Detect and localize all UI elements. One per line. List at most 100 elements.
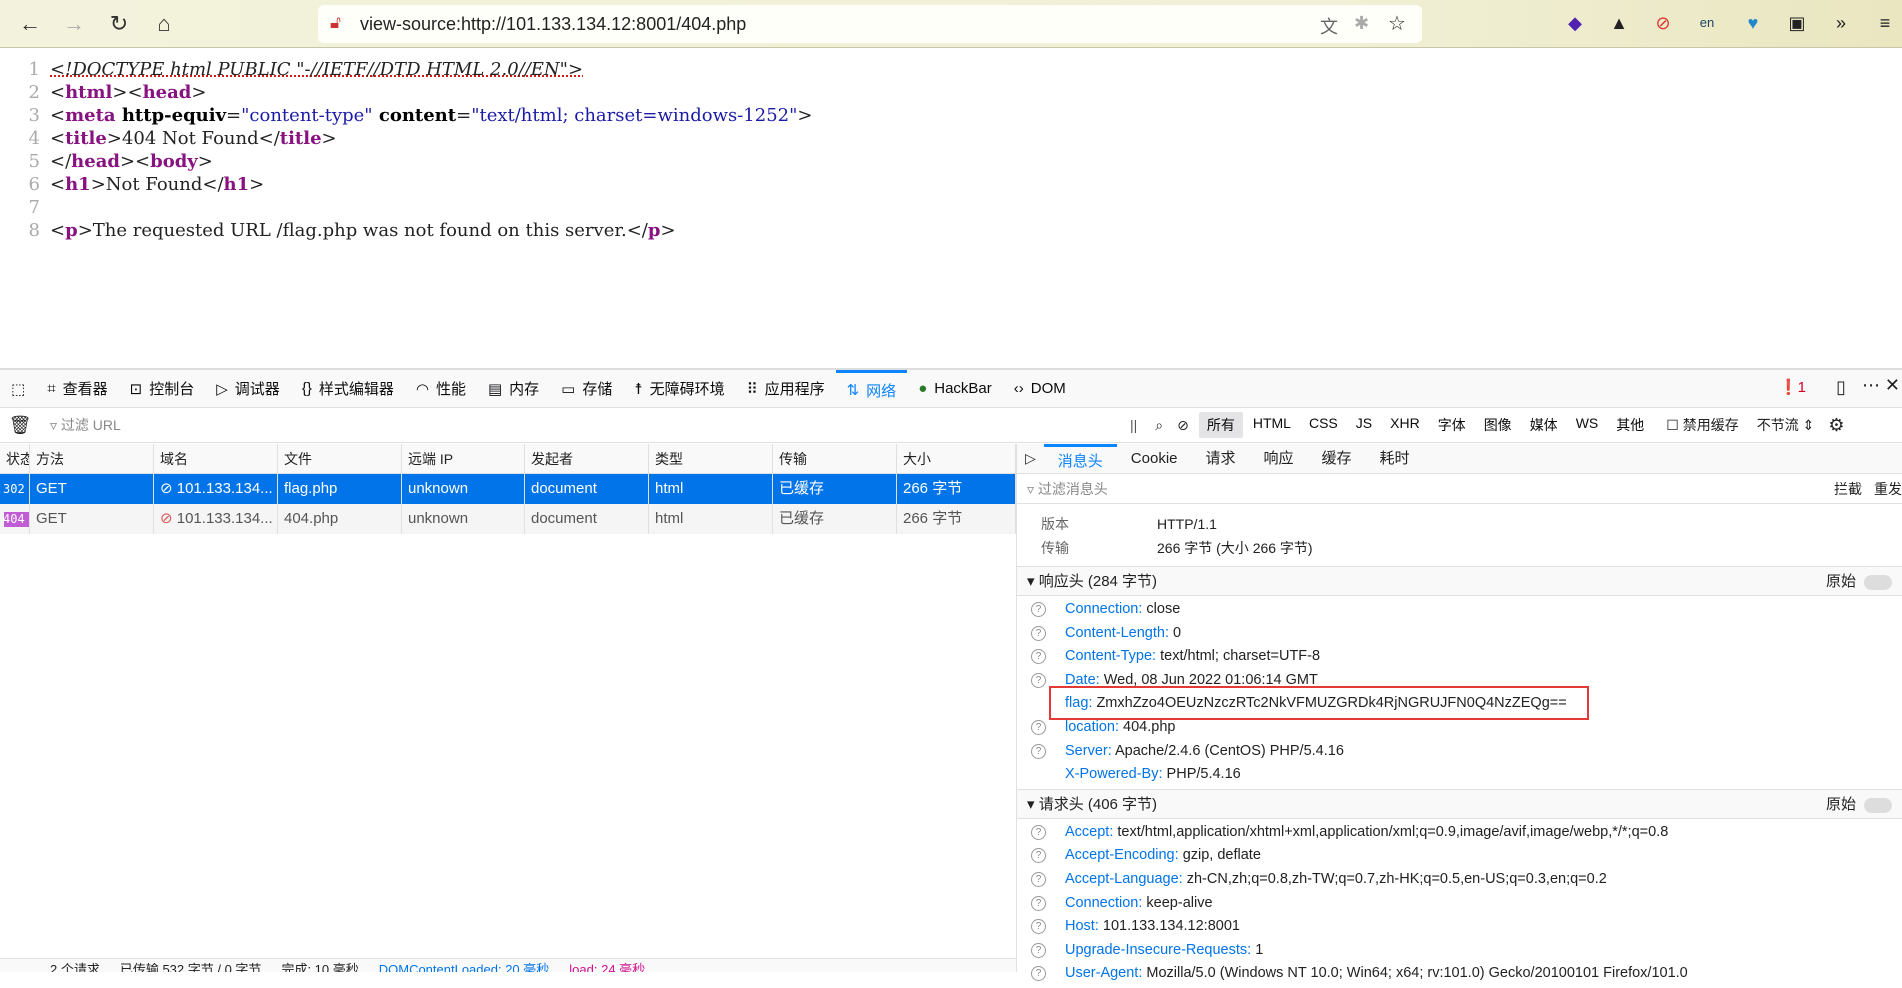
extension-pin-icon[interactable]: ♥ — [1740, 10, 1766, 36]
column-header[interactable]: 方法 — [30, 444, 154, 473]
source-token: >404 Not Found</ — [106, 128, 280, 149]
response-headers-section[interactable]: ▾ 响应头 (284 字节) 原始 — [1017, 566, 1902, 596]
throttle-select[interactable]: 不节流 ⇕ — [1739, 415, 1815, 435]
address-bar[interactable]: 🔓︎ view-source:http://101.133.134.12:800… — [318, 5, 1422, 43]
help-icon[interactable]: ? — [1031, 649, 1046, 665]
type-filter[interactable]: 其他 — [1608, 412, 1652, 438]
source-line: 8 <p>The requested URL /flag.php was not … — [0, 219, 812, 242]
tab-10[interactable]: ● HackBar — [907, 370, 1003, 408]
block-button[interactable]: 拦截 — [1834, 474, 1862, 504]
bug-icon[interactable]: ✱ — [1354, 13, 1369, 34]
column-header[interactable]: 域名 — [154, 444, 278, 473]
help-icon[interactable]: ? — [1031, 871, 1046, 887]
type-filter[interactable]: JS — [1348, 412, 1380, 438]
type-filter[interactable]: 图像 — [1476, 412, 1520, 438]
menu-icon[interactable]: ≡ — [1872, 10, 1898, 36]
status-item: load: 24 毫秒 — [569, 962, 646, 972]
help-icon[interactable]: ? — [1031, 719, 1046, 735]
tab-8[interactable]: ⠿ 应用程序 — [736, 370, 836, 408]
help-icon[interactable]: ? — [1031, 895, 1046, 911]
extension-translate-icon[interactable]: en — [1694, 10, 1720, 36]
tab-9[interactable]: ⇅ 网络 — [835, 369, 908, 408]
detail-tab[interactable]: 响应 — [1250, 444, 1308, 474]
detail-tab[interactable]: 缓存 — [1308, 444, 1366, 474]
help-icon[interactable]: ? — [1031, 625, 1046, 641]
error-badge[interactable]: ❗1 — [1779, 378, 1806, 396]
overflow-chevron-icon[interactable]: » — [1828, 10, 1854, 36]
block-icon[interactable]: ⊘ — [1171, 417, 1199, 434]
extension-square-icon[interactable]: ▣ — [1784, 10, 1810, 36]
tab-7[interactable]: ☨ 无障碍环境 — [623, 370, 735, 408]
type-filter[interactable]: WS — [1568, 412, 1607, 438]
tab-3[interactable]: {} 样式编辑器 — [291, 370, 405, 408]
raw-label: 原始 — [1825, 573, 1856, 590]
disable-cache-checkbox[interactable]: ☐ 禁用缓存 — [1652, 415, 1738, 435]
tab-2[interactable]: ▷ 调试器 — [205, 370, 291, 408]
source-token: >< — [119, 151, 151, 172]
tab-1[interactable]: ⊡ 控制台 — [119, 370, 206, 408]
detail-tab[interactable]: 消息头 — [1043, 443, 1117, 474]
sidebar-toggle-icon[interactable]: ▷ — [1017, 450, 1044, 467]
type-filter[interactable]: 字体 — [1430, 412, 1474, 438]
type-filter[interactable]: CSS — [1301, 412, 1346, 438]
extension-block-icon[interactable]: ⊘ — [1650, 10, 1676, 36]
tab-0[interactable]: ⌗ 查看器 — [36, 370, 118, 408]
translate-icon[interactable]: 文 — [1320, 13, 1338, 39]
search-icon[interactable]: ⌕ — [1147, 417, 1171, 434]
resend-button[interactable]: 重发 — [1874, 474, 1902, 504]
tab-6[interactable]: ▭ 存储 — [550, 370, 623, 408]
help-icon[interactable]: ? — [1031, 602, 1046, 617]
column-header[interactable]: 发起者 — [525, 444, 649, 473]
bookmark-star-icon[interactable]: ☆ — [1388, 11, 1406, 36]
line-number: 7 — [28, 197, 40, 218]
type-filter[interactable]: XHR — [1382, 412, 1428, 438]
tab-icon: ▷ — [216, 380, 228, 398]
raw-toggle[interactable] — [1864, 797, 1892, 813]
responsive-mode-icon[interactable]: ▯ — [1836, 377, 1846, 398]
help-icon[interactable]: ? — [1031, 942, 1046, 958]
home-icon[interactable]: ⌂ — [148, 8, 180, 40]
element-picker-icon[interactable]: ⬚ — [0, 370, 36, 408]
help-icon[interactable]: ? — [1031, 966, 1046, 982]
column-header[interactable]: 类型 — [649, 444, 773, 473]
tab-4[interactable]: ◠ 性能 — [405, 370, 477, 408]
column-header[interactable]: 大小 — [897, 444, 1016, 473]
back-icon[interactable]: ← — [14, 8, 46, 40]
extension-diamond-icon[interactable]: ◆ — [1562, 10, 1588, 36]
column-header[interactable]: 状态 — [0, 444, 30, 473]
source-token: = — [456, 105, 472, 126]
raw-toggle[interactable] — [1864, 575, 1892, 590]
settings-gear-icon[interactable]: ⚙ — [1814, 415, 1844, 436]
tab-label: 性能 — [435, 381, 466, 398]
forward-icon[interactable]: → — [58, 8, 90, 40]
more-options-icon[interactable]: ⋯ — [1862, 375, 1880, 396]
table-row[interactable]: 302 GET ⊘ 101.133.134... flag.php unknown doc… — [0, 474, 1016, 504]
column-header[interactable]: 远端 IP — [402, 444, 525, 473]
column-header[interactable]: 传输 — [773, 444, 897, 473]
column-header[interactable]: 文件 — [278, 444, 402, 473]
request-headers-section[interactable]: ▾ 请求头 (406 字节) 原始 — [1017, 788, 1902, 819]
type-filter[interactable]: 媒体 — [1522, 412, 1566, 438]
headers-filter-input[interactable]: ▿ 过滤消息头 拦截 重发 — [1017, 474, 1902, 504]
type-filter[interactable]: 所有 — [1198, 412, 1243, 438]
tab-11[interactable]: ‹› DOM — [1003, 370, 1077, 408]
detail-tab[interactable]: Cookie — [1117, 444, 1192, 474]
url-filter-input[interactable]: ▿ 过滤 URL — [40, 415, 1120, 435]
type-filter[interactable]: HTML — [1245, 412, 1299, 438]
help-icon[interactable]: ? — [1031, 848, 1046, 864]
help-icon[interactable]: ? — [1031, 919, 1046, 935]
help-icon[interactable]: ? — [1031, 824, 1046, 840]
tab-5[interactable]: ▤ 内存 — [477, 370, 550, 408]
help-icon[interactable]: ? — [1031, 743, 1046, 759]
detail-tab[interactable]: 请求 — [1192, 444, 1250, 474]
source-token: > — [321, 128, 337, 149]
close-icon[interactable]: ✕ — [1885, 375, 1900, 396]
pause-icon[interactable]: || — [1120, 417, 1147, 433]
table-row[interactable]: 404 GET ⊘ 101.133.134... 404.php unknown docu… — [0, 504, 1016, 534]
detail-tab[interactable]: 耗时 — [1366, 444, 1424, 474]
help-icon[interactable]: ? — [1031, 672, 1046, 688]
trash-icon[interactable]: 🗑︎ — [0, 415, 40, 436]
source-token: >Not Found</ — [90, 174, 224, 195]
extension-hat-icon[interactable]: ▲ — [1606, 10, 1632, 36]
reload-icon[interactable]: ↻ — [103, 8, 135, 40]
